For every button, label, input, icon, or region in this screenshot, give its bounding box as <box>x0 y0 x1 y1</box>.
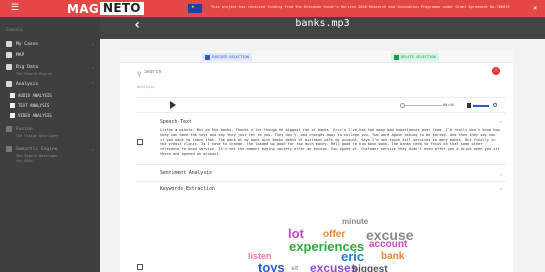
speech-text-section: Speech-Text ⌃ Listen a minute. But on th… <box>136 117 506 165</box>
word-cloud-word: excuses <box>310 261 358 272</box>
delete-selection-label: DELETE SELECTION <box>401 55 436 59</box>
sidebar-item-label: My Cases <box>16 41 39 47</box>
sidebar-item-my-cases[interactable]: My Cases ⌄ <box>6 39 94 49</box>
semantic-icon <box>6 146 12 152</box>
play-icon <box>205 54 210 60</box>
chevron-down-icon: ⌄ <box>91 146 94 151</box>
trash-icon <box>394 54 399 60</box>
sidebar-section-label: Console <box>6 27 23 32</box>
sidebar-child-text-analysis[interactable]: TEXT ANALYSIS <box>10 101 49 109</box>
database-icon <box>6 64 12 70</box>
close-icon[interactable]: ✕ <box>533 4 541 12</box>
funding-text: This project has received funding from t… <box>211 5 510 9</box>
word-cloud-word: bank <box>381 251 405 262</box>
volume-icon[interactable] <box>467 103 471 108</box>
word-cloud: minute lot offer excuse experiences acco… <box>136 182 506 272</box>
speech-text-checkbox[interactable] <box>137 139 143 145</box>
gear-icon[interactable]: ⚙ <box>493 101 497 109</box>
play-icon[interactable] <box>170 101 176 109</box>
execute-selection-label: EXECUTE SELECTION <box>212 55 249 59</box>
chevron-up-icon: ⌃ <box>91 81 94 86</box>
search-input[interactable] <box>144 70 324 75</box>
sidebar-item-fusion[interactable]: Fusion <box>6 124 94 134</box>
eu-flag-icon: ★ <box>188 3 202 13</box>
top-bar: ☰ MAG NETO ★ This project has received f… <box>0 0 545 17</box>
sidebar-child-audio-analysis[interactable]: AUDIO ANALYSIS <box>10 91 52 99</box>
map-icon <box>6 52 12 58</box>
logo: MAG NETO <box>67 1 144 16</box>
alert-icon[interactable]: ! <box>492 67 500 75</box>
sidebar-item-label: Big Data <box>16 64 39 70</box>
sidebar-item-sub: for RDFs <box>16 159 33 163</box>
main-card: EXECUTE SELECTION DELETE SELECTION ⚲ ! A… <box>120 51 513 272</box>
sidebar-child-video-analysis[interactable]: VIDEO ANALYSIS <box>10 111 52 119</box>
sidebar: Console My Cases ⌄ MAP Big Data ⌄ The Se… <box>0 17 100 272</box>
chevron-up-icon[interactable]: ⌃ <box>500 120 502 125</box>
word-cloud-word: biggest <box>352 264 388 272</box>
audio-player: 00:00 ⚙ <box>136 97 506 113</box>
sidebar-child-label: TEXT ANALYSIS <box>18 102 50 108</box>
fusion-icon <box>6 126 12 132</box>
chevron-down-icon: ⌄ <box>91 41 94 46</box>
sentiment-analysis-section[interactable]: Sentiment Analysis ⌄ <box>136 165 506 182</box>
word-cloud-word: minute <box>342 217 369 226</box>
video-icon <box>10 112 15 118</box>
audio-time: 00:00 <box>443 103 454 107</box>
document-icon <box>10 102 15 108</box>
sentiment-analysis-title: Sentiment Analysis <box>160 171 212 176</box>
sidebar-item-sub: The Search Engine <box>16 72 52 76</box>
sidebar-item-sub: The Search Developer <box>16 154 59 158</box>
sidebar-child-label: AUDIO ANALYSIS <box>18 92 52 98</box>
audio-progress-bar[interactable] <box>400 103 442 108</box>
execute-selection-button[interactable]: EXECUTE SELECTION <box>202 53 252 61</box>
chevron-down-icon[interactable]: ⌄ <box>500 171 502 176</box>
chart-icon <box>6 81 12 87</box>
volume-slider[interactable] <box>473 105 489 107</box>
keywords-extraction-section: Keywords Extraction ⌃ minute lot offer e… <box>136 182 506 272</box>
logo-part1: MAG <box>67 1 99 16</box>
folder-icon <box>6 41 12 47</box>
logo-part2: NETO <box>99 2 144 15</box>
word-cloud-word: sit <box>291 266 299 272</box>
word-cloud-word: toys <box>258 260 285 272</box>
sidebar-item-analysis[interactable]: Analysis ⌃ <box>6 79 94 89</box>
sidebar-item-label: MAP <box>16 52 25 58</box>
chevron-down-icon: ⌄ <box>91 64 94 69</box>
sidebar-child-label: VIDEO ANALYSIS <box>18 112 52 118</box>
sidebar-item-sub: The Fusion Developer <box>16 134 59 138</box>
delete-selection-button[interactable]: DELETE SELECTION <box>391 53 439 61</box>
sidebar-item-map[interactable]: MAP <box>6 50 94 60</box>
word-cloud-word: account <box>369 239 408 250</box>
audio-icon <box>10 92 15 98</box>
hamburger-menu-icon[interactable]: ☰ <box>11 3 21 13</box>
toolbar: EXECUTE SELECTION DELETE SELECTION <box>120 51 513 63</box>
page-title: banks.mp3 <box>295 18 350 29</box>
sidebar-item-label: Analysis <box>16 81 39 87</box>
speech-text-body: Listen a minute. But on the banks, Thank… <box>160 128 500 156</box>
analysis-label: Analysis <box>137 85 155 89</box>
sidebar-item-big-data[interactable]: Big Data ⌄ <box>6 62 94 72</box>
sidebar-item-label: Fusion <box>16 126 33 132</box>
progress-knob[interactable] <box>400 103 405 108</box>
sidebar-item-semantic-engine[interactable]: Semantic Engine ⌄ <box>6 144 94 154</box>
sidebar-item-label: Semantic Engine <box>16 146 58 152</box>
search-icon: ⚲ <box>137 71 142 78</box>
speech-text-title: Speech-Text <box>160 120 192 125</box>
